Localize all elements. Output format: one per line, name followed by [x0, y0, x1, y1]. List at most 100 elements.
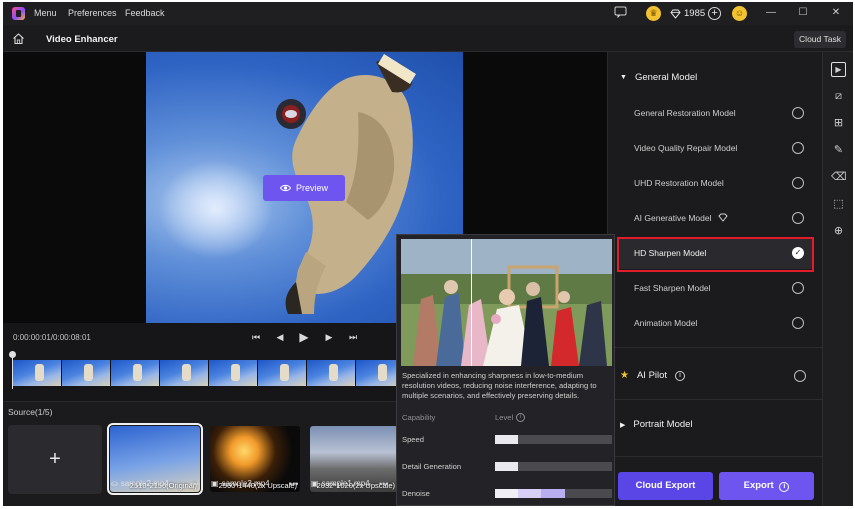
radio-button[interactable] — [792, 212, 804, 224]
ai-pilot-row[interactable]: ★ AI Pilot i — [620, 370, 812, 381]
radio-button[interactable] — [792, 282, 804, 294]
model-panel: ▼ General Model General Restoration Mode… — [607, 52, 822, 506]
credits-balance[interactable]: 1985 + — [670, 6, 722, 21]
model-description: Specialized in enhancing sharpness in lo… — [402, 371, 597, 400]
info-icon[interactable]: i — [675, 370, 686, 381]
metric-speed-bar — [495, 435, 612, 444]
video-enhancer-tool-icon[interactable]: ▶ — [831, 62, 846, 77]
credits-count: 1985 — [684, 8, 706, 19]
star-icon: ★ — [620, 370, 629, 381]
edit-tool-icon[interactable]: ⧄ — [831, 89, 846, 104]
filmstrip-frame — [62, 360, 111, 386]
eye-icon — [279, 184, 291, 192]
home-icon[interactable] — [12, 32, 25, 45]
pen-tool-icon[interactable]: ✎ — [831, 143, 846, 158]
comparison-image — [401, 239, 612, 366]
playhead[interactable] — [9, 351, 16, 389]
cloud-export-button[interactable]: Cloud Export — [618, 472, 713, 500]
split-divider[interactable] — [471, 239, 472, 366]
page-title: Video Enhancer — [46, 34, 118, 45]
diamond-icon — [670, 9, 681, 19]
add-credits-button[interactable]: + — [708, 7, 722, 20]
metric-detail-label: Detail Generation — [402, 462, 462, 471]
add-video-tool-icon[interactable]: ⊕ — [831, 224, 846, 239]
export-button[interactable]: Export i — [719, 472, 814, 500]
model-general-restoration[interactable]: General Restoration Model — [620, 99, 812, 129]
radio-button[interactable] — [794, 370, 806, 382]
filmstrip-frame — [209, 360, 258, 386]
caret-down-icon: ▼ — [620, 74, 627, 81]
app-logo-icon — [12, 7, 25, 20]
source-name-1: ⛀ sample2.mp4 — [111, 479, 169, 488]
title-bar: Menu Preferences Feedback ♛ 1985 + ☺ — ☐… — [3, 2, 853, 25]
minimize-icon[interactable]: — — [763, 5, 779, 21]
filmstrip-frame — [258, 360, 307, 386]
menu-feedback[interactable]: Feedback — [125, 8, 165, 18]
file-icon: ⛀ — [111, 479, 118, 488]
avatar[interactable]: ☺ — [732, 6, 747, 21]
wedding-photo — [401, 239, 612, 366]
model-ai-generative[interactable]: AI Generative Model — [620, 204, 812, 234]
app-window: Menu Preferences Feedback ♛ 1985 + ☺ — ☐… — [3, 2, 853, 506]
metric-denoise-fill — [495, 489, 566, 498]
select-tool-icon[interactable]: ⬚ — [831, 197, 846, 212]
skip-back-icon[interactable]: ⏮ — [248, 329, 264, 345]
timecode: 0:00:00:01/0:00:08:01 — [13, 333, 91, 342]
step-forward-icon[interactable]: ▶ — [321, 329, 337, 345]
filmstrip-frame — [307, 360, 356, 386]
maximize-icon[interactable]: ☐ — [795, 5, 811, 21]
divider — [608, 347, 822, 348]
caret-right-icon: ▶ — [620, 421, 626, 429]
model-tooltip: Specialized in enhancing sharpness in lo… — [396, 234, 615, 506]
metric-detail-fill — [495, 462, 519, 471]
play-icon[interactable]: ▶ — [296, 329, 312, 345]
selection-highlight — [617, 237, 814, 272]
file-icon: ▣ — [311, 479, 319, 488]
filmstrip-frame — [13, 360, 62, 386]
add-source-button[interactable]: + — [8, 425, 102, 494]
more-icon[interactable]: ••• — [289, 479, 298, 489]
model-uhd-restoration[interactable]: UHD Restoration Model — [620, 169, 812, 199]
level-header: Level i — [495, 413, 526, 422]
general-model-header[interactable]: ▼ General Model — [620, 72, 697, 83]
info-icon[interactable]: i — [516, 413, 526, 422]
eraser-tool-icon[interactable]: ⌫ — [831, 170, 847, 185]
metric-speed-label: Speed — [402, 435, 424, 444]
filmstrip-frame — [160, 360, 209, 386]
menu-preferences[interactable]: Preferences — [68, 8, 117, 18]
radio-button[interactable] — [792, 107, 804, 119]
grid-tool-icon[interactable]: ⊞ — [831, 116, 846, 131]
close-icon[interactable]: ✕ — [828, 5, 844, 21]
filmstrip-frame — [111, 360, 160, 386]
radio-button[interactable] — [792, 177, 804, 189]
header-bar: Video Enhancer Cloud Task — [3, 25, 853, 52]
side-toolbar: ▶ ⧄ ⊞ ✎ ⌫ ⬚ ⊕ — [822, 52, 853, 506]
more-icon[interactable]: ••• — [379, 479, 388, 489]
capability-header: Capability — [402, 413, 436, 422]
skip-forward-icon[interactable]: ⏭ — [345, 329, 361, 345]
divider — [608, 399, 822, 400]
metric-speed-fill — [495, 435, 519, 444]
model-video-quality-repair[interactable]: Video Quality Repair Model — [620, 134, 812, 164]
preview-button[interactable]: Preview — [263, 175, 345, 201]
radio-button[interactable] — [792, 142, 804, 154]
file-icon: ▣ — [211, 479, 219, 488]
radio-button[interactable] — [792, 317, 804, 329]
info-icon: i — [779, 482, 790, 492]
filmstrip[interactable] — [13, 360, 405, 386]
divider — [608, 456, 822, 457]
model-fast-sharpen[interactable]: Fast Sharpen Model — [620, 274, 812, 304]
preview-label: Preview — [295, 183, 328, 193]
portrait-model-header[interactable]: ▶ Portrait Model — [620, 419, 693, 430]
more-icon[interactable]: ••• — [190, 479, 199, 489]
source-name-2: ▣ sample3.mp4 — [211, 479, 270, 488]
model-animation[interactable]: Animation Model — [620, 309, 812, 339]
step-back-icon[interactable]: ◀ — [272, 329, 288, 345]
cloud-task-button[interactable]: Cloud Task — [794, 31, 846, 48]
menu-menu[interactable]: Menu — [34, 8, 57, 18]
metric-denoise-label: Denoise — [402, 489, 430, 498]
coin-icon[interactable]: ♛ — [646, 6, 661, 21]
source-name-3: ▣ sample1.mp4 — [311, 479, 370, 488]
source-label: Source(1/5) — [8, 407, 53, 417]
message-icon[interactable] — [613, 6, 628, 21]
